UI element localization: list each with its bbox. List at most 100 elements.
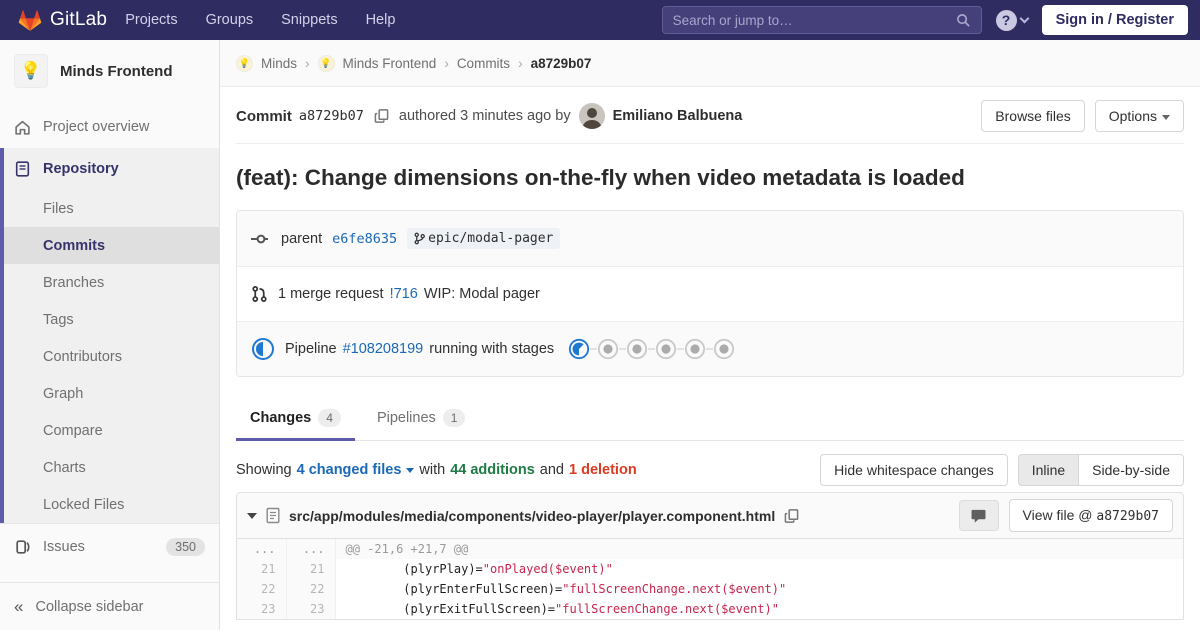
collapse-diff-icon[interactable] — [247, 512, 257, 519]
sidebar-item-charts[interactable]: Charts — [4, 449, 219, 486]
pipelines-count-badge: 1 — [442, 409, 466, 427]
nav-groups[interactable]: Groups — [206, 12, 254, 28]
search-icon[interactable] — [956, 13, 971, 28]
sidebar-project-header[interactable]: 💡 Minds Frontend — [0, 40, 219, 106]
code-attr: (plyrEnterFullScreen)= — [345, 582, 563, 596]
group-avatar: 💡 — [236, 54, 253, 72]
sidebar-item-repository[interactable]: Repository — [4, 148, 219, 190]
help-menu[interactable]: ? — [995, 9, 1030, 31]
code-attr: (plyrExitFullScreen)= — [345, 602, 556, 616]
sidebar-item-compare[interactable]: Compare — [4, 412, 219, 449]
search-box[interactable] — [661, 6, 982, 34]
project-avatar: 💡 — [14, 54, 48, 88]
hide-whitespace-button[interactable]: Hide whitespace changes — [820, 454, 1008, 486]
side-by-side-view-button[interactable]: Side-by-side — [1079, 454, 1184, 486]
changed-files-dropdown[interactable]: 4 changed files — [297, 462, 415, 478]
active-tab-indicator — [236, 438, 355, 441]
breadcrumb-commits[interactable]: Commits — [457, 56, 510, 71]
pipeline-row: Pipeline #108208199 running with stages — [237, 321, 1183, 376]
stage-created-icon[interactable] — [597, 338, 619, 360]
caret-down-icon — [1162, 114, 1170, 120]
branch-name: epic/modal-pager — [428, 231, 554, 246]
merge-request-text: 1 merge request — [278, 286, 384, 302]
old-line-number[interactable]: ... — [237, 539, 287, 559]
search-input[interactable] — [672, 12, 956, 28]
changes-count-badge: 4 — [318, 409, 341, 427]
stage-running-icon[interactable] — [568, 338, 590, 360]
sidebar-item-tags[interactable]: Tags — [4, 301, 219, 338]
sidebar-item-files[interactable]: Files — [4, 190, 219, 227]
pipeline-status-text: running with stages — [429, 341, 555, 357]
copy-file-path-icon[interactable] — [784, 508, 799, 524]
deletions-count: 1 deletion — [569, 462, 637, 478]
commit-node-icon — [251, 232, 271, 246]
diff-file-path[interactable]: src/app/modules/media/components/video-p… — [289, 508, 775, 524]
stage-created-icon[interactable] — [626, 338, 648, 360]
options-dropdown-button[interactable]: Options — [1094, 100, 1184, 132]
question-icon: ? — [995, 9, 1017, 31]
code-line: (plyrPlay)="onPlayed($event)" — [335, 559, 1183, 579]
collapse-sidebar-button[interactable]: « Collapse sidebar — [0, 582, 219, 630]
pipeline-id-link[interactable]: #108208199 — [343, 341, 424, 357]
copy-commit-sha-icon[interactable] — [374, 108, 389, 124]
parent-sha-link[interactable]: e6fe8635 — [332, 231, 397, 247]
view-file-button[interactable]: View file @ a8729b07 — [1008, 499, 1173, 532]
nav-snippets[interactable]: Snippets — [281, 12, 337, 28]
tab-changes[interactable]: Changes 4 — [236, 397, 355, 441]
code-attr: (plyrPlay)= — [345, 562, 483, 576]
new-line-number[interactable]: 23 — [286, 599, 336, 619]
author-name[interactable]: Emiliano Balbuena — [613, 108, 743, 124]
stage-created-icon[interactable] — [655, 338, 677, 360]
browse-files-button[interactable]: Browse files — [981, 100, 1085, 132]
breadcrumb-minds[interactable]: Minds — [261, 56, 297, 71]
diff-file-header: src/app/modules/media/components/video-p… — [237, 493, 1183, 539]
new-line-number[interactable]: 22 — [286, 579, 336, 599]
sidebar-item-label: Issues — [43, 539, 85, 555]
inline-view-button[interactable]: Inline — [1017, 454, 1080, 486]
diff-table: ... ... @@ -21,6 +21,7 @@ 21 21 (plyrPla… — [237, 539, 1183, 619]
and-label: and — [539, 462, 564, 478]
sidebar-item-commits[interactable]: Commits — [4, 227, 219, 264]
merge-request-link[interactable]: !716 — [390, 286, 418, 302]
chevron-double-left-icon: « — [14, 596, 24, 616]
sidebar-item-contributors[interactable]: Contributors — [4, 338, 219, 375]
author-avatar[interactable] — [578, 103, 605, 129]
sign-in-button[interactable]: Sign in / Register — [1041, 5, 1188, 35]
file-icon — [266, 507, 280, 524]
breadcrumb-minds-frontend[interactable]: Minds Frontend — [343, 56, 437, 71]
toggle-comments-button[interactable] — [958, 500, 999, 531]
with-label: with — [419, 462, 446, 478]
old-line-number[interactable]: 23 — [237, 599, 287, 619]
commit-header: Commit a8729b07 authored 3 minutes ago b… — [236, 87, 1184, 144]
stage-created-icon[interactable] — [713, 338, 735, 360]
comment-bubble-icon — [971, 509, 986, 523]
sidebar-item-label: Project overview — [43, 119, 150, 135]
gitlab-logo[interactable]: GitLab — [18, 8, 107, 32]
pipeline-running-status-icon[interactable] — [251, 337, 275, 361]
stage-created-icon[interactable] — [684, 338, 706, 360]
showing-label: Showing — [236, 462, 292, 478]
merge-request-title: WIP: Modal pager — [423, 286, 540, 302]
sidebar-item-graph[interactable]: Graph — [4, 375, 219, 412]
project-name: Minds Frontend — [60, 62, 173, 80]
diff-mode-toggle: Inline Side-by-side — [1017, 454, 1184, 486]
stage-connector — [619, 348, 627, 350]
sidebar-item-project-overview[interactable]: Project overview — [0, 106, 219, 148]
sidebar-item-branches[interactable]: Branches — [4, 264, 219, 301]
new-line-number[interactable]: 21 — [286, 559, 336, 579]
commit-header-buttons: Browse files Options — [981, 100, 1184, 132]
sidebar-item-issues[interactable]: Issues 350 — [0, 523, 219, 570]
brand-text: GitLab — [50, 9, 108, 30]
new-line-number[interactable]: ... — [286, 539, 336, 559]
old-line-number[interactable]: 22 — [237, 579, 287, 599]
branch-badge[interactable]: epic/modal-pager — [407, 228, 561, 249]
diff-summary-bar: Showing 4 changed files with 44 addition… — [236, 454, 1184, 486]
nav-help[interactable]: Help — [366, 12, 396, 28]
old-line-number[interactable]: 21 — [237, 559, 287, 579]
stage-connector — [677, 348, 685, 350]
tab-pipelines[interactable]: Pipelines 1 — [363, 397, 480, 440]
project-avatar-small: 💡 — [317, 54, 335, 72]
diff-line: 23 23 (plyrExitFullScreen)="fullScreenCh… — [237, 599, 1183, 619]
sidebar-item-locked-files[interactable]: Locked Files — [4, 486, 219, 523]
nav-projects[interactable]: Projects — [125, 12, 177, 28]
